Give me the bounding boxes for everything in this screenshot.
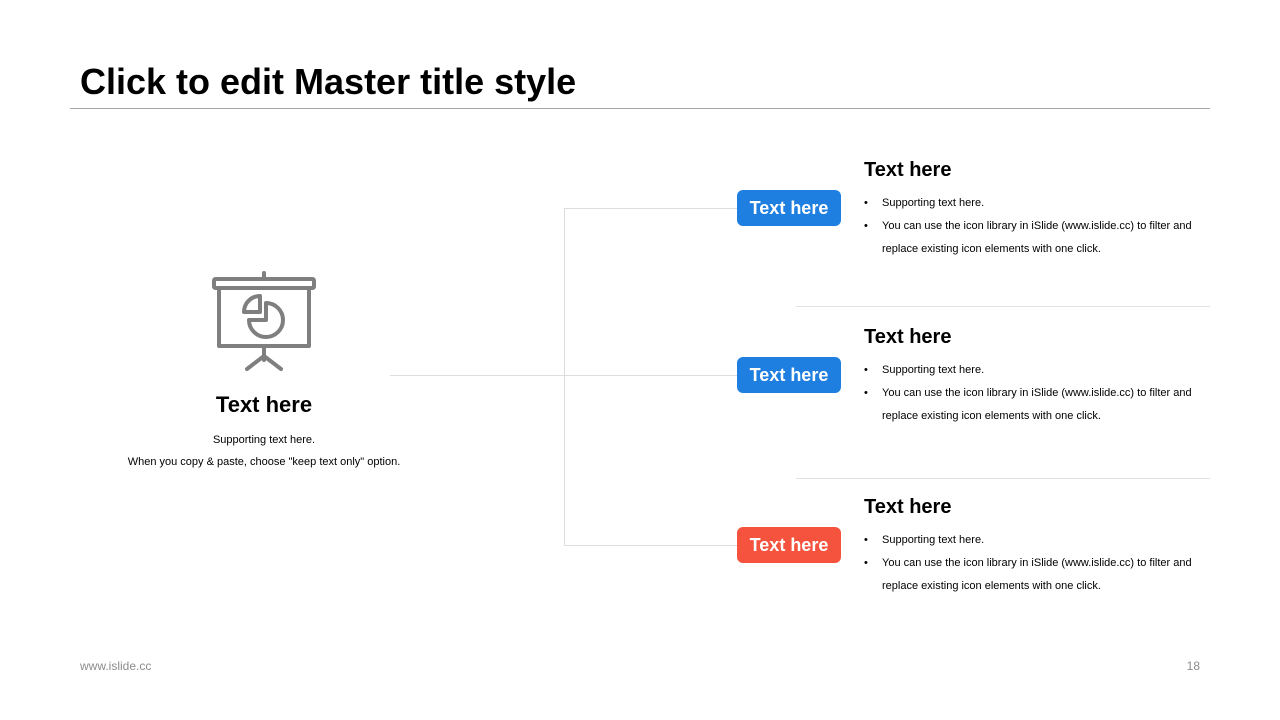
bullet-item: • Supporting text here. [864,529,1210,552]
bullet-text: Supporting text here. [882,197,985,209]
bullet-dot-icon: • [864,197,868,209]
item-block-1: Text here • Supporting text here. • You ca… [864,156,1210,261]
bullet-item: • Supporting text here. [864,192,1210,215]
bullet-list: • Supporting text here. • You can use the … [864,192,1210,261]
item-title: Text here [864,326,952,348]
item-block-3: Text here • Supporting text here. • You ca… [864,493,1210,598]
bullet-list: • Supporting text here. • You can use the … [864,529,1210,598]
bullet-text: You can use the icon library in iSlide (… [882,387,1192,422]
bullet-text: Supporting text here. [882,534,985,546]
presentation-board-pie-chart-icon [212,271,316,371]
tag-pill-1: Text here [737,190,841,226]
bullet-list: • Supporting text here. • You can use the … [864,359,1210,428]
left-paste-hint: When you copy & paste, choose "keep text… [127,456,401,468]
item-divider [796,478,1210,479]
tag-pill-2: Text here [737,357,841,393]
item-divider [796,306,1210,307]
bullet-text: You can use the icon library in iSlide (… [882,220,1192,255]
page-number: 18 [1186,659,1200,673]
bullet-item: • Supporting text here. [864,359,1210,382]
left-supporting-text: Supporting text here. [212,434,316,446]
left-heading: Text here [215,392,313,417]
item-block-2: Text here • Supporting text here. • You ca… [864,323,1210,428]
bullet-item: • You can use the icon library in iSlide … [864,215,1210,261]
page-title: Click to edit Master title style [80,61,577,102]
bullet-text: You can use the icon library in iSlide (… [882,557,1192,592]
bullet-dot-icon: • [864,557,868,569]
bullet-dot-icon: • [864,387,868,399]
bullet-dot-icon: • [864,534,868,546]
bullet-dot-icon: • [864,364,868,376]
bullet-text: Supporting text here. [882,364,985,376]
title-divider [70,108,1210,109]
tag-pill-3: Text here [737,527,841,563]
bullet-dot-icon: • [864,220,868,232]
bullet-item: • You can use the icon library in iSlide … [864,382,1210,428]
bullet-item: • You can use the icon library in iSlide … [864,552,1210,598]
footer-website: www.islide.cc [80,659,152,673]
item-title: Text here [864,159,952,181]
item-title: Text here [864,496,952,518]
